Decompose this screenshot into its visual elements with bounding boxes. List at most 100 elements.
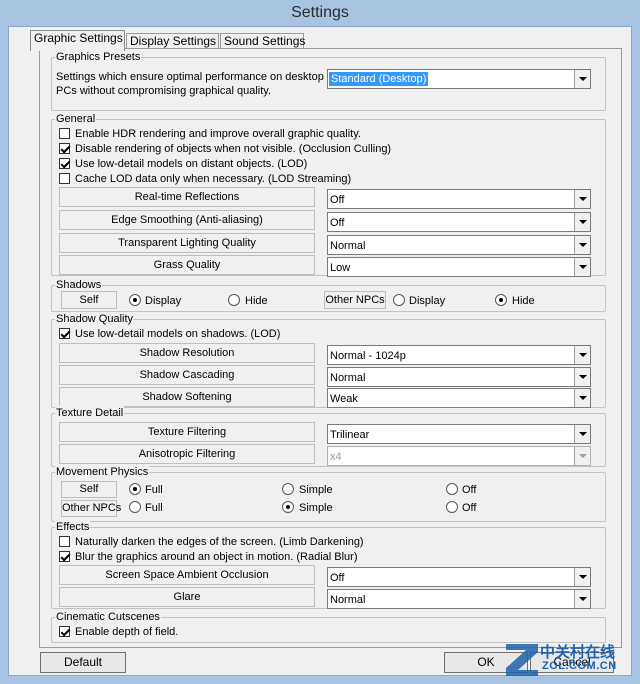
reflections-value: Off [330,194,345,206]
radial-blur-checkbox[interactable] [59,551,70,562]
chevron-down-icon[interactable] [574,568,590,586]
shadows-npc-label: Other NPCs [324,291,386,309]
physics-npc-full-radio[interactable] [129,501,141,513]
shadow-softening-dropdown[interactable]: Weak [327,388,591,408]
shadows-npc-hide-label: Hide [512,295,535,307]
chevron-down-icon[interactable] [574,389,590,407]
limb-darkening-label: Naturally darken the edges of the screen… [75,536,364,548]
texture-detail-group: Texture Detail Texture Filtering Triline… [51,406,606,467]
group-legend: Movement Physics [55,465,150,479]
lod-checkbox[interactable] [59,158,70,169]
group-legend: Shadow Quality [55,312,135,326]
group-legend: General [55,112,97,126]
transparent-lighting-dropdown[interactable]: Normal [327,235,591,255]
shadows-npc-display-label: Display [409,295,446,307]
physics-npc-label: Other NPCs [61,500,121,517]
grass-quality-dropdown[interactable]: Low [327,257,591,277]
general-group: General Enable HDR rendering and improve… [51,112,606,277]
physics-npc-simple-radio[interactable] [282,501,294,513]
physics-self-label: Self [61,481,117,498]
physics-npc-off-radio[interactable] [446,501,458,513]
window-title: Settings [291,4,349,21]
physics-self-full-radio[interactable] [129,483,141,495]
glare-dropdown[interactable]: Normal [327,589,591,609]
chevron-down-icon [574,447,590,465]
occlusion-culling-label: Disable rendering of objects when not vi… [75,143,392,155]
physics-self-simple-radio[interactable] [282,483,294,495]
shadows-npc-display-radio[interactable] [393,294,405,306]
zol-logo-icon [506,644,538,676]
lod-streaming-checkbox[interactable] [59,173,70,184]
radial-blur-label: Blur the graphics around an object in mo… [75,551,358,563]
group-legend: Effects [55,520,91,534]
shadow-softening-value: Weak [330,393,358,405]
shadows-self-display-radio[interactable] [129,294,141,306]
glare-value: Normal [330,594,366,606]
settings-window: Settings Graphic Settings Display Settin… [0,0,640,684]
texture-filtering-dropdown[interactable]: Trilinear [327,424,591,444]
transparent-lighting-label: Transparent Lighting Quality [59,233,315,253]
watermark-cn-text: 中关村在线 [540,644,616,661]
ssao-dropdown[interactable]: Off [327,567,591,587]
reflections-label: Real-time Reflections [59,187,315,207]
lod-streaming-label: Cache LOD data only when necessary. (LOD… [75,173,352,185]
anti-aliasing-dropdown[interactable]: Off [327,212,591,232]
tab-graphic-settings[interactable]: Graphic Settings [30,30,125,51]
shadow-cascading-value: Normal [330,372,366,384]
chevron-down-icon[interactable] [574,590,590,608]
shadows-npc-hide-radio[interactable] [495,294,507,306]
window-client: Graphic Settings Display Settings Sound … [8,26,632,676]
shadow-lod-checkbox[interactable] [59,328,70,339]
presets-description-line2: PCs without compromising graphical quali… [56,85,271,97]
effects-group: Effects Naturally darken the edges of th… [51,520,606,609]
group-legend: Cinematic Cutscenes [55,610,161,624]
movement-physics-group: Movement Physics Self Full Simple Off Ot… [51,465,606,522]
anti-aliasing-label: Edge Smoothing (Anti-aliasing) [59,210,315,230]
shadows-self-hide-radio[interactable] [228,294,240,306]
chevron-down-icon[interactable] [574,190,590,208]
group-legend: Shadows [55,278,103,292]
occlusion-culling-checkbox[interactable] [59,143,70,154]
chevron-down-icon[interactable] [574,70,590,88]
default-button[interactable]: Default [40,652,126,673]
group-legend: Graphics Presets [55,50,142,64]
anti-aliasing-value: Off [330,217,345,229]
shadows-self-label: Self [61,291,117,309]
graphic-settings-panel: Graphics Presets Settings which ensure o… [39,48,622,648]
chevron-down-icon[interactable] [574,368,590,386]
shadow-cascading-label: Shadow Cascading [59,365,315,385]
physics-self-off-radio[interactable] [446,483,458,495]
shadow-resolution-label: Shadow Resolution [59,343,315,363]
zol-watermark: 中关村在线 ZOL.COM.CN [502,640,632,680]
hdr-checkbox[interactable] [59,128,70,139]
hdr-label: Enable HDR rendering and improve overall… [75,128,361,140]
chevron-down-icon[interactable] [574,258,590,276]
graphics-presets-group: Graphics Presets Settings which ensure o… [51,50,606,111]
reflections-dropdown[interactable]: Off [327,189,591,209]
chevron-down-icon[interactable] [574,236,590,254]
chevron-down-icon[interactable] [574,213,590,231]
presets-description-line1: Settings which ensure optimal performanc… [56,71,324,83]
chevron-down-icon[interactable] [574,346,590,364]
grass-quality-label: Grass Quality [59,255,315,275]
preset-value: Standard (Desktop) [329,72,429,86]
texture-filtering-value: Trilinear [330,429,370,441]
ssao-label: Screen Space Ambient Occlusion [59,565,315,585]
chevron-down-icon[interactable] [574,425,590,443]
group-legend: Texture Detail [55,406,125,420]
shadows-group: Shadows Self Display Hide Other NPCs Dis… [51,278,606,312]
shadows-self-display-label: Display [145,295,182,307]
physics-npc-off-label: Off [462,502,477,514]
shadows-self-hide-label: Hide [245,295,268,307]
physics-self-full-label: Full [145,484,163,496]
preset-dropdown[interactable]: Standard (Desktop) [327,69,591,89]
glare-label: Glare [59,587,315,607]
limb-darkening-checkbox[interactable] [59,536,70,547]
depth-of-field-checkbox[interactable] [59,626,70,637]
anisotropic-filtering-label: Anisotropic Filtering [59,444,315,464]
shadow-cascading-dropdown[interactable]: Normal [327,367,591,387]
shadow-resolution-dropdown[interactable]: Normal - 1024p [327,345,591,365]
depth-of-field-label: Enable depth of field. [75,626,179,638]
anisotropic-filtering-dropdown: x4 [327,446,591,466]
anisotropic-filtering-value: x4 [330,451,342,463]
